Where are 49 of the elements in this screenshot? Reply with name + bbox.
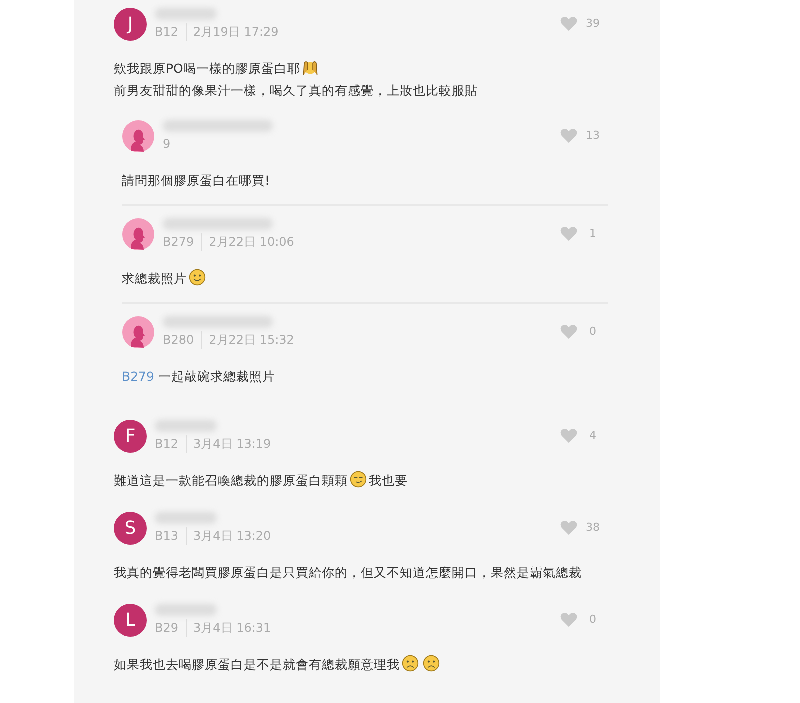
avatar: S: [114, 512, 147, 544]
comment-text: 如果我也去喝膠原蛋白是不是就會有總裁願意理我: [114, 657, 400, 672]
like-count: 1: [588, 226, 598, 242]
post-time: 2月22日 15:32: [201, 330, 294, 348]
smiley-icon: [189, 269, 206, 286]
raised-hands-icon: [302, 59, 320, 76]
post-time: 2月22日 10:06: [201, 232, 294, 250]
heart-icon[interactable]: [560, 520, 578, 536]
like-count: 0: [588, 324, 598, 340]
sad-face-icon: [402, 655, 419, 672]
comment-text: 我真的覺得老闆買膠原蛋白是只買給你的，但又不知道怎麼開口，果然是霸氣總裁: [114, 565, 582, 580]
floor-number: B280: [163, 332, 194, 348]
avatar-icon: [122, 120, 155, 152]
floor-number: B29: [155, 620, 179, 636]
like-count: 4: [588, 428, 598, 444]
comment-text: 前男友甜甜的像果汁一樣，喝久了真的有感覺，上妝也比較服貼: [114, 83, 478, 98]
floor-number: B12: [155, 436, 179, 452]
floor-number: B12: [155, 24, 179, 40]
comment-text: 難道這是一款能召喚總裁的膠原蛋白顆顆: [114, 473, 348, 488]
like-count: 13: [585, 128, 601, 144]
like-count: 38: [585, 520, 601, 536]
comment-text: 欸我跟原PO喝一樣的膠原蛋白耶: [114, 61, 300, 76]
heart-icon[interactable]: [560, 226, 578, 242]
like-count: 39: [585, 16, 601, 32]
avatar: J: [114, 8, 147, 40]
avatar-icon: [122, 316, 155, 348]
avatar: L: [114, 604, 147, 636]
heart-icon[interactable]: [560, 128, 578, 144]
heart-icon[interactable]: [560, 428, 578, 444]
post-time: 3月4日 16:31: [186, 618, 272, 636]
smirk-face-icon: [350, 471, 367, 488]
comment-text: 一起敲碗求總裁照片: [158, 369, 276, 384]
comment-text: 我也要: [369, 473, 408, 488]
heart-icon[interactable]: [560, 16, 578, 32]
heart-icon[interactable]: [560, 324, 578, 340]
heart-icon[interactable]: [560, 612, 578, 628]
floor-number: B279: [163, 234, 194, 250]
post-time: 3月4日 13:19: [186, 434, 272, 452]
comment-text: 求總裁照片: [122, 271, 187, 286]
post-time: 2月19日 17:29: [186, 22, 279, 40]
post-time: 3月4日 13:20: [186, 526, 272, 544]
avatar: F: [114, 420, 147, 452]
comment-text: 請問那個膠原蛋白在哪買!: [122, 173, 270, 188]
post-time: 9: [163, 136, 171, 152]
avatar-icon: [122, 218, 155, 250]
mention-link[interactable]: B279: [122, 369, 154, 384]
floor-number: B13: [155, 528, 179, 544]
like-count: 0: [588, 612, 598, 628]
sad-face-icon: [423, 655, 440, 672]
